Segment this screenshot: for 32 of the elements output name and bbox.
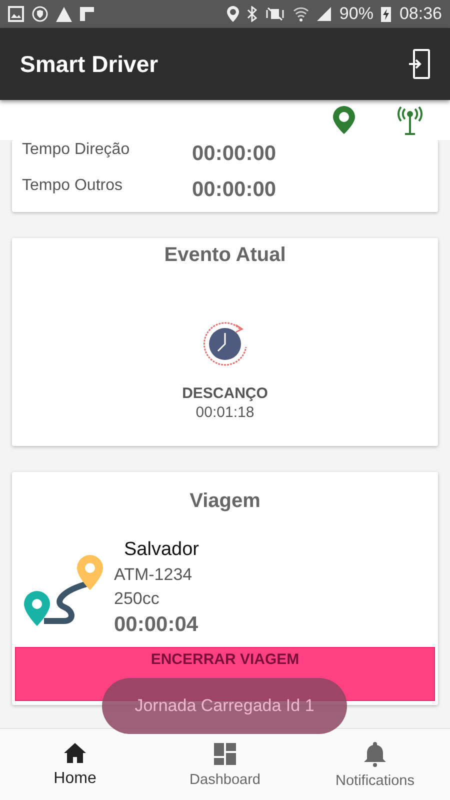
- time-label: Tempo Direção: [22, 141, 131, 159]
- bluetooth-icon: [247, 6, 258, 22]
- city-name: Salvador: [124, 539, 199, 561]
- time-value: 00:00:00: [192, 178, 276, 202]
- home-icon: [63, 742, 87, 764]
- card-title: Evento Atual: [164, 244, 286, 267]
- app-title: Smart Driver: [20, 50, 158, 78]
- time-label: Tempo Outros: [22, 177, 124, 195]
- battery-percentage: 90%: [339, 4, 374, 24]
- vehicle-plate: ATM-1234: [114, 565, 194, 585]
- toast-message: Jornada Carregada Id 1: [102, 678, 347, 734]
- battery-charging-icon: [381, 6, 392, 22]
- flipboard-icon: [80, 7, 94, 21]
- trip-elapsed-time: 00:00:04: [114, 613, 199, 637]
- bell-icon: [364, 740, 386, 766]
- shield-icon: [32, 6, 48, 22]
- login-phone-icon[interactable]: [408, 49, 430, 79]
- vibrate-mute-icon: [265, 7, 286, 21]
- time-value: 00:00:00: [192, 142, 276, 166]
- location-icon: [227, 6, 240, 22]
- signal-icon: [317, 7, 332, 21]
- engine-size: 250cc: [114, 589, 160, 609]
- antenna-icon: [396, 105, 424, 135]
- card-title: Viagem: [190, 490, 260, 513]
- location-pin-icon: [332, 105, 356, 135]
- event-time: 00:01:18: [196, 404, 254, 421]
- clock-time: 08:36: [399, 4, 442, 24]
- warning-icon: [56, 6, 72, 22]
- image-icon: [8, 6, 24, 22]
- wifi-icon: [293, 6, 310, 22]
- dashboard-icon: [213, 742, 237, 766]
- event-name: DESCANÇO: [182, 385, 268, 402]
